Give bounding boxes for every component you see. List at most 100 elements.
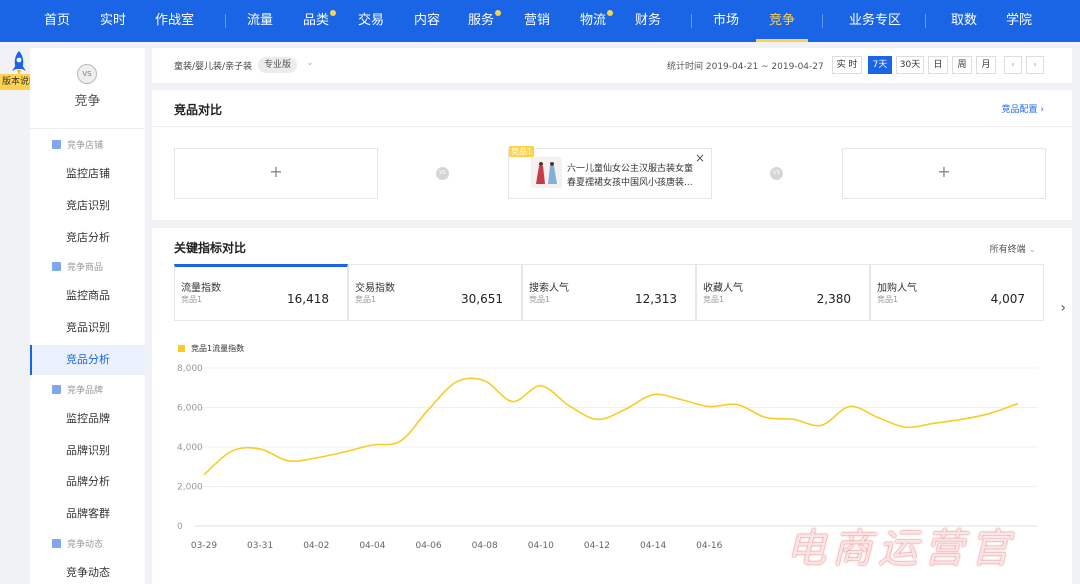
chevron-down-icon[interactable]: ⌄: [306, 58, 314, 68]
data-point[interactable]: [904, 425, 908, 429]
rocket-icon[interactable]: [8, 50, 30, 76]
data-point[interactable]: [876, 415, 880, 419]
nav-item[interactable]: 品类: [303, 0, 329, 42]
edition-tag[interactable]: 专业版: [258, 57, 298, 73]
sidebar-item[interactable]: 品牌客群: [30, 499, 145, 529]
plus-icon: +: [269, 162, 283, 181]
sidebar-item[interactable]: 竞店识别: [30, 191, 145, 221]
data-point[interactable]: [314, 456, 318, 460]
data-point[interactable]: [483, 379, 487, 383]
sidebar-item[interactable]: 竞品识别: [30, 313, 145, 343]
data-point[interactable]: [455, 380, 459, 384]
data-point[interactable]: [623, 407, 627, 411]
sidebar-group: 竞争品牌: [52, 383, 103, 396]
x-tick-label: 03-29: [191, 541, 217, 551]
sidebar-item[interactable]: 竞品分析: [30, 345, 145, 375]
nav-separator: [925, 14, 926, 28]
data-point[interactable]: [567, 404, 571, 408]
data-point[interactable]: [595, 417, 599, 421]
metric-value: 12,313: [635, 292, 677, 306]
sidebar-group-label: 竞争动态: [67, 540, 104, 550]
data-point[interactable]: [230, 449, 234, 453]
metric-card[interactable]: 加购人气 竞品1 4,007: [870, 264, 1044, 321]
sidebar-item[interactable]: 竞争动态: [30, 558, 145, 584]
metric-name: 加购人气: [877, 283, 917, 294]
metric-card[interactable]: 流量指数 竞品1 16,418: [174, 264, 348, 321]
x-tick-label: 04-02: [303, 541, 329, 551]
nav-item[interactable]: 流量: [247, 0, 273, 42]
data-point[interactable]: [539, 384, 543, 388]
nav-item[interactable]: 服务: [468, 0, 494, 42]
sidebar-item[interactable]: 品牌识别: [30, 436, 145, 466]
data-point[interactable]: [735, 403, 739, 407]
category-breadcrumb[interactable]: 童装/婴儿装/亲子装: [174, 59, 252, 72]
vs-logo-icon: VS: [77, 64, 97, 84]
data-point[interactable]: [791, 417, 795, 421]
competitor-product-slot[interactable]: 竞品1 六一儿童仙女公主汉服古装女童春夏襦裙女孩中国风小孩唐装... ×: [508, 146, 712, 199]
data-point[interactable]: [707, 405, 711, 409]
sidebar-item[interactable]: 竞店分析: [30, 223, 145, 253]
traffic-index-series-line[interactable]: [203, 377, 1019, 476]
data-point[interactable]: [988, 411, 992, 415]
y-tick-label: 4,000: [177, 443, 203, 453]
day-button[interactable]: 日: [928, 56, 948, 74]
data-point[interactable]: [342, 450, 346, 454]
x-tick-label: 04-14: [640, 541, 666, 551]
sidebar-item[interactable]: 监控品牌: [30, 404, 145, 434]
add-competitor-slot-left[interactable]: +: [174, 148, 378, 199]
nav-item[interactable]: 实时: [100, 0, 126, 42]
data-point[interactable]: [427, 407, 431, 411]
nav-item[interactable]: 业务专区: [849, 0, 901, 42]
data-point[interactable]: [202, 473, 206, 477]
week-button[interactable]: 周: [952, 56, 972, 74]
nav-item[interactable]: 首页: [44, 0, 70, 42]
data-point[interactable]: [679, 398, 683, 402]
sidebar-item[interactable]: 品牌分析: [30, 467, 145, 497]
data-point[interactable]: [763, 415, 767, 419]
data-point[interactable]: [370, 443, 374, 447]
nav-item[interactable]: 竞争: [756, 0, 808, 42]
competitor-config-link[interactable]: 竞品配置 ›: [1002, 102, 1044, 115]
data-point[interactable]: [960, 417, 964, 421]
chevron-left-icon[interactable]: ‹: [1004, 56, 1022, 74]
data-point[interactable]: [286, 459, 290, 463]
data-point[interactable]: [932, 421, 936, 425]
realtime-button[interactable]: 实 时: [832, 56, 862, 74]
metric-subject: 竞品1: [355, 295, 377, 304]
chevron-right-icon[interactable]: ›: [1026, 56, 1044, 74]
nav-item[interactable]: 作战室: [155, 0, 194, 42]
nav-item[interactable]: 内容: [414, 0, 440, 42]
7-days-button[interactable]: 7天: [868, 56, 892, 74]
nav-separator: [225, 14, 226, 28]
data-point[interactable]: [398, 439, 402, 443]
nav-item[interactable]: 交易: [358, 0, 384, 42]
metric-value: 30,651: [461, 292, 503, 306]
metric-card[interactable]: 收藏人气 竞品1 2,380: [696, 264, 870, 321]
x-tick-label: 04-16: [696, 541, 722, 551]
metric-name: 搜索人气: [529, 283, 569, 294]
sidebar-item[interactable]: 监控商品: [30, 281, 145, 311]
close-icon[interactable]: ×: [695, 151, 705, 165]
metric-card[interactable]: 交易指数 竞品1 30,651: [348, 264, 522, 321]
new-dot-icon: [607, 10, 613, 16]
month-button[interactable]: 月: [976, 56, 996, 74]
data-point[interactable]: [511, 400, 515, 404]
30-days-button[interactable]: 30天: [896, 56, 924, 74]
sidebar-item[interactable]: 监控店铺: [30, 159, 145, 189]
data-point[interactable]: [820, 423, 824, 427]
product-name[interactable]: 六一儿童仙女公主汉服古装女童春夏襦裙女孩中国风小孩唐装...: [567, 162, 693, 190]
data-point[interactable]: [1016, 402, 1020, 406]
nav-item[interactable]: 营销: [524, 0, 550, 42]
nav-item[interactable]: 取数: [951, 0, 977, 42]
data-point[interactable]: [651, 393, 655, 397]
nav-item[interactable]: 财务: [635, 0, 661, 42]
data-point[interactable]: [258, 447, 262, 451]
nav-item[interactable]: 物流: [580, 0, 606, 42]
add-competitor-slot-right[interactable]: +: [842, 148, 1046, 199]
data-point[interactable]: [848, 405, 852, 409]
nav-item[interactable]: 市场: [713, 0, 739, 42]
metric-card[interactable]: 搜索人气 竞品1 12,313: [522, 264, 696, 321]
nav-item[interactable]: 学院: [1006, 0, 1032, 42]
vs-icon: VS: [770, 167, 783, 180]
nav-separator: [822, 14, 823, 28]
